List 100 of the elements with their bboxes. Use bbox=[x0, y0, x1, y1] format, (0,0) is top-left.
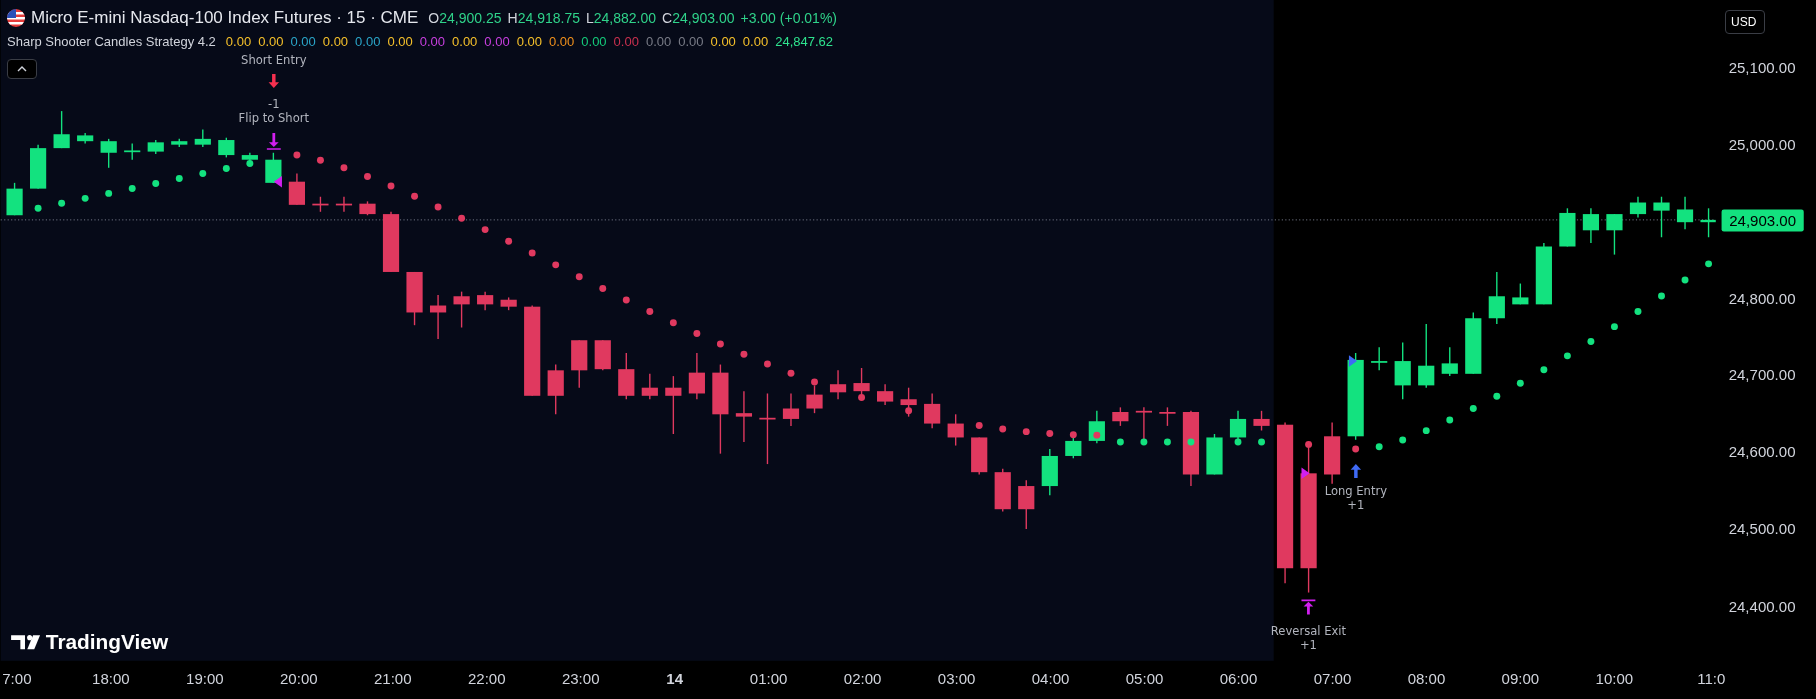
ohlc-value: C24,903.00 bbox=[662, 10, 735, 26]
candle bbox=[1629, 196, 1647, 219]
indicator-value: 0.00 bbox=[355, 34, 381, 49]
candle bbox=[900, 387, 917, 418]
indicator-value: 0.00 bbox=[516, 34, 542, 49]
stop-dot bbox=[434, 203, 442, 211]
collapse-button[interactable] bbox=[7, 59, 37, 79]
stop-dot bbox=[1399, 436, 1407, 444]
candle bbox=[1582, 207, 1600, 244]
indicator-value: 0.00 bbox=[322, 34, 349, 49]
candle bbox=[406, 271, 423, 326]
indicator-value: 0.00 bbox=[290, 34, 316, 49]
stop-dot bbox=[58, 199, 66, 207]
signal-quantity: -1 bbox=[268, 96, 280, 111]
stop-dot bbox=[293, 151, 301, 159]
stop-dot bbox=[716, 340, 724, 348]
chevron-up-icon bbox=[17, 66, 27, 72]
stop-dot bbox=[246, 160, 254, 167]
candle bbox=[806, 384, 823, 414]
indicator-value: 24,847.62 bbox=[775, 34, 833, 49]
indicator-value: 0.00 bbox=[225, 34, 252, 49]
candle bbox=[30, 143, 47, 190]
candle bbox=[1559, 207, 1576, 248]
stop-dot bbox=[1469, 405, 1477, 412]
time-axis-label: 02:00 bbox=[843, 669, 882, 687]
candle bbox=[1324, 421, 1341, 485]
stop-dot bbox=[1540, 366, 1548, 374]
candle bbox=[194, 128, 211, 148]
stop-dot bbox=[1587, 338, 1595, 345]
candle bbox=[971, 436, 988, 476]
candle bbox=[1418, 323, 1435, 389]
stop-dot bbox=[316, 156, 324, 164]
indicator-value: 0.00 bbox=[419, 34, 446, 49]
stop-dot bbox=[152, 179, 160, 187]
candle bbox=[312, 196, 329, 213]
stop-dot bbox=[858, 394, 866, 402]
price-axis-label: 25,000.00 bbox=[1728, 135, 1796, 153]
stop-dot bbox=[764, 360, 771, 368]
candle bbox=[453, 290, 470, 329]
candle bbox=[124, 142, 141, 161]
candle bbox=[782, 392, 800, 427]
candle bbox=[1653, 196, 1670, 238]
currency-button[interactable]: USD bbox=[1725, 10, 1765, 34]
stop-dot bbox=[1305, 440, 1313, 448]
stop-dot bbox=[1634, 308, 1642, 315]
stop-dot bbox=[599, 284, 607, 292]
stop-dot bbox=[1116, 438, 1124, 446]
indicator-value: 0.00 bbox=[710, 34, 736, 49]
candle bbox=[100, 138, 117, 169]
candle bbox=[1441, 346, 1458, 377]
candle bbox=[1512, 282, 1529, 306]
time-axis-label: 03:00 bbox=[937, 669, 976, 687]
signal-label: Reversal Exit bbox=[1270, 624, 1347, 639]
candle bbox=[547, 363, 564, 415]
candle bbox=[241, 152, 258, 163]
candle bbox=[665, 375, 682, 435]
candle bbox=[688, 352, 705, 400]
stop-dot bbox=[1234, 438, 1242, 446]
candle bbox=[641, 373, 658, 400]
candle bbox=[1676, 196, 1694, 230]
stop-dot bbox=[975, 422, 983, 429]
time-axis-label: 20:00 bbox=[280, 669, 318, 687]
signal-label: Flip to Short bbox=[238, 110, 309, 125]
time-axis-label: 23:00 bbox=[561, 669, 600, 687]
price-axis-label: 24,700.00 bbox=[1728, 366, 1796, 384]
stop-dot bbox=[999, 425, 1007, 433]
indicator-value: 0.00 bbox=[258, 34, 284, 49]
candle bbox=[1606, 213, 1623, 256]
triangle-marker-icon bbox=[273, 175, 282, 188]
stop-dot bbox=[411, 192, 418, 200]
candle bbox=[477, 290, 494, 311]
candle bbox=[735, 390, 753, 443]
stop-dot bbox=[811, 378, 818, 386]
indicator-value: 0.00 bbox=[742, 34, 769, 49]
stop-dot bbox=[622, 296, 630, 304]
time-axis-label: 21:00 bbox=[373, 669, 412, 687]
signal-label: Long Entry bbox=[1324, 484, 1388, 499]
stop-dot bbox=[693, 330, 701, 338]
candle bbox=[265, 152, 282, 184]
price-axis-label: 25,100.00 bbox=[1728, 59, 1796, 77]
stop-dot bbox=[81, 194, 89, 202]
stop-dot bbox=[458, 214, 466, 222]
stop-dot bbox=[1022, 428, 1030, 436]
candle bbox=[1112, 406, 1129, 427]
candle bbox=[218, 137, 235, 159]
stop-dot bbox=[1681, 276, 1689, 284]
brand-name: TradingView bbox=[45, 630, 169, 654]
signal-quantity: +1 bbox=[1347, 498, 1365, 513]
arrow-down-icon bbox=[268, 74, 279, 88]
candle bbox=[1159, 406, 1176, 427]
candle bbox=[571, 339, 588, 389]
candle bbox=[335, 196, 353, 213]
indicator-value: 0.00 bbox=[452, 34, 478, 49]
indicator-value: 0.00 bbox=[484, 34, 510, 49]
triangle-marker-icon bbox=[1301, 467, 1310, 480]
indicator-value: 0.00 bbox=[613, 34, 639, 49]
price-change: +3.00 (+0.01%) bbox=[740, 10, 837, 26]
candle bbox=[1253, 410, 1270, 432]
candle bbox=[429, 294, 447, 340]
ohlc-value: H24,918.75 bbox=[507, 10, 580, 26]
